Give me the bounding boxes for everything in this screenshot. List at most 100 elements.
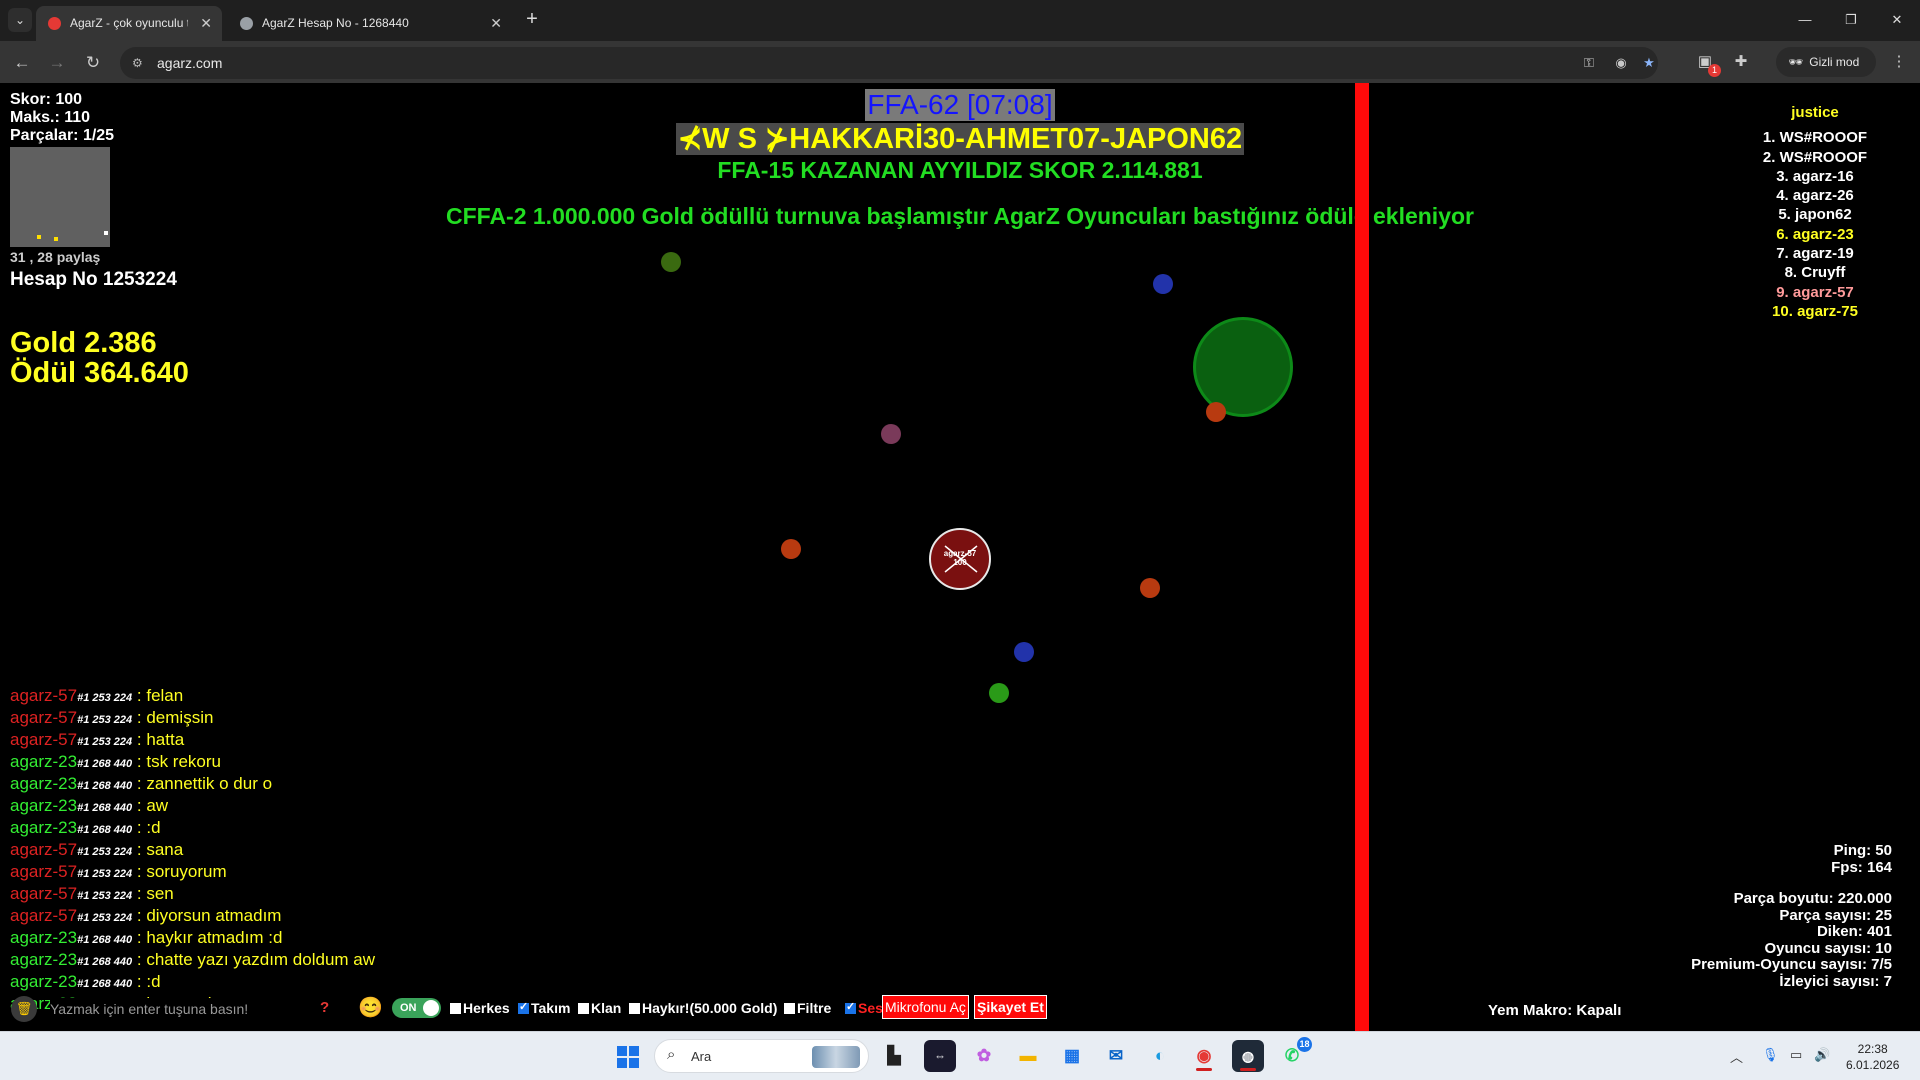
restore-button[interactable]: ❐	[1828, 0, 1874, 40]
checkbox-label: Ses	[858, 1000, 883, 1016]
chat-message-text: : tsk rekoru	[136, 752, 221, 771]
checkbox-box	[518, 1000, 529, 1014]
puzzle-icon[interactable]: ✚	[1730, 51, 1752, 73]
tab-close-icon[interactable]: ✕	[200, 6, 212, 40]
chat-sender-name[interactable]: agarz-23	[10, 950, 77, 969]
trash-icon[interactable]: 🗑	[11, 996, 37, 1022]
system-clock[interactable]: 22:38 6.01.2026	[1846, 1041, 1899, 1073]
tab-agarz-game[interactable]: AgarZ - çok oyunculu tarayıcı oyunu ✕	[36, 6, 222, 41]
chat-sender-id: #1 253 224	[77, 692, 133, 704]
feed-macro-status: Yem Makro: Kapalı	[1488, 1002, 1622, 1019]
key-icon[interactable]: ⚿	[1580, 55, 1598, 71]
chat-toggle[interactable]: ON	[392, 998, 441, 1018]
microphone-icon[interactable]: 🎙	[1762, 1047, 1779, 1063]
minimap-coords[interactable]: 31 , 28 paylaş	[10, 249, 100, 265]
tab-close-icon[interactable]: ✕	[490, 6, 502, 40]
checkbox-label: Filtre	[797, 1000, 832, 1016]
chat-sender-name[interactable]: agarz-23	[10, 818, 77, 837]
chrome-icon[interactable]: ◉	[1188, 1040, 1220, 1072]
leaderboard-list: 1. WS#ROOOF 2. WS#ROOOF 3. agarz-16 4. agar…	[1740, 128, 1890, 321]
chat-sender-id: #1 253 224	[77, 846, 133, 858]
checkbox-ses[interactable]: Ses	[845, 1000, 883, 1016]
server-stat-line: Premium-Oyuncu sayısı: 7/5	[1691, 956, 1892, 973]
chat-sender-name[interactable]: agarz-57	[10, 884, 77, 903]
chat-message-text: : haykır atmadım :d	[136, 928, 283, 947]
chat-message: agarz-23#1 268 440 : :d	[10, 818, 375, 840]
edge-icon[interactable]: ◐	[1144, 1040, 1176, 1072]
checkbox-box	[578, 1003, 589, 1014]
chat-sender-name[interactable]: agarz-23	[10, 928, 77, 947]
address-bar[interactable]: ⚙ agarz.com ⚿ ◉ ★	[120, 47, 1658, 79]
report-button[interactable]: Şikayet Et	[974, 995, 1047, 1019]
file-explorer-icon[interactable]: ▬	[1012, 1040, 1044, 1072]
emoji-icon[interactable]: 😊	[358, 995, 383, 1020]
checkbox-takim[interactable]: Takım	[518, 1000, 570, 1016]
tab-search-chevron-icon[interactable]: ⌄	[8, 8, 32, 32]
whatsapp-icon[interactable]: ✆ 18	[1276, 1037, 1312, 1072]
incognito-icon: 🕶	[1788, 55, 1804, 69]
new-tab-button[interactable]: +	[520, 8, 544, 32]
toggle-knob	[423, 1000, 439, 1016]
chat-sender-name[interactable]: agarz-57	[10, 730, 77, 749]
reward-text: Ödül 364.640	[10, 357, 189, 389]
chrome-incognito-icon[interactable]: ◍	[1232, 1040, 1264, 1072]
checkbox-herkes[interactable]: Herkes	[450, 1000, 510, 1016]
server-banner: FFA-62 [07:08] ⊀W S ⊁HAKKARİ30-AHMET07-J…	[0, 89, 1920, 185]
task-view-icon[interactable]: ▙	[878, 1040, 910, 1072]
chat-sender-name[interactable]: agarz-57	[10, 906, 77, 925]
taskbar-search-placeholder: Ara	[691, 1049, 712, 1064]
game-canvas[interactable]: Skor: 100 Maks.: 110 Parçalar: 1/25 31 ,…	[0, 83, 1920, 1031]
chat-sender-name[interactable]: agarz-23	[10, 796, 77, 815]
tray-chevron-up-icon[interactable]: ︿	[1730, 1047, 1743, 1066]
player-cell: agarz-57 100	[929, 528, 991, 590]
chat-sender-name[interactable]: agarz-57	[10, 686, 77, 705]
chat-sender-name[interactable]: agarz-23	[10, 752, 77, 771]
chat-input[interactable]	[50, 998, 310, 1020]
chat-bar: 🗑 ? 😊 ON Herkes Takım Klan Haykır!(50.00…	[0, 991, 1340, 1025]
forward-button[interactable]: →	[44, 50, 70, 76]
windows-start-icon[interactable]	[617, 1046, 639, 1068]
copilot-icon[interactable]: ✿	[968, 1040, 1000, 1072]
chat-sender-name[interactable]: agarz-23	[10, 774, 77, 793]
site-info-icon[interactable]: ⚙	[132, 55, 148, 71]
chat-sender-id: #1 268 440	[77, 824, 133, 836]
back-button[interactable]: ←	[9, 50, 35, 76]
chat-message-text: : zannettik o dur o	[136, 774, 273, 793]
chat-sender-id: #1 268 440	[77, 758, 133, 770]
chat-message: agarz-57#1 253 224 : sen	[10, 884, 375, 906]
tab-title: AgarZ - çok oyunculu tarayıcı oyunu	[70, 16, 188, 30]
chat-sender-id: #1 268 440	[77, 956, 133, 968]
reload-button[interactable]: ↻	[80, 50, 106, 76]
checkbox-klan[interactable]: Klan	[578, 1000, 621, 1016]
outlook-icon[interactable]: ✉	[1100, 1040, 1132, 1072]
network-icon[interactable]: ▭	[1790, 1047, 1802, 1063]
incognito-indicator[interactable]: 🕶 Gizli mod	[1776, 47, 1876, 77]
extension-icon[interactable]: ▣ 1	[1694, 51, 1721, 77]
globe-favicon-icon	[240, 17, 253, 30]
taskbar-search[interactable]: ⌕ Ara	[654, 1039, 869, 1073]
chat-sender-name[interactable]: agarz-23	[10, 972, 77, 991]
volume-icon[interactable]: 🔊	[1814, 1047, 1830, 1063]
leaderboard-title: justice	[1791, 104, 1839, 121]
chat-message: agarz-23#1 268 440 : aw	[10, 796, 375, 818]
teamviewer-icon[interactable]: ⇔	[924, 1040, 956, 1072]
chat-sender-name[interactable]: agarz-57	[10, 862, 77, 881]
menu-dots-icon[interactable]: ⋮	[1888, 51, 1910, 73]
url-text: agarz.com	[157, 55, 223, 71]
checkbox-filtre[interactable]: Filtre	[784, 1000, 831, 1016]
chat-sender-name[interactable]: agarz-57	[10, 840, 77, 859]
help-icon[interactable]: ?	[320, 999, 329, 1016]
chat-message-text: : sen	[136, 884, 174, 903]
microsoft-store-icon[interactable]: ▦	[1056, 1040, 1088, 1072]
active-app-indicator	[1196, 1068, 1212, 1071]
tab-agarz-account[interactable]: AgarZ Hesap No - 1268440 ✕	[228, 6, 512, 41]
minimize-button[interactable]: —	[1782, 0, 1828, 40]
microphone-button[interactable]: Mikrofonu Aç	[882, 995, 969, 1019]
leaderboard-row: 8. Cruyff	[1784, 264, 1846, 282]
close-window-button[interactable]: ✕	[1874, 0, 1920, 40]
checkbox-haykir[interactable]: Haykır!(50.000 Gold)	[629, 1000, 777, 1016]
eye-slash-icon[interactable]: ◉	[1612, 55, 1630, 71]
chat-sender-name[interactable]: agarz-57	[10, 708, 77, 727]
bookmark-star-icon[interactable]: ★	[1640, 55, 1658, 71]
chat-sender-id: #1 253 224	[77, 868, 133, 880]
